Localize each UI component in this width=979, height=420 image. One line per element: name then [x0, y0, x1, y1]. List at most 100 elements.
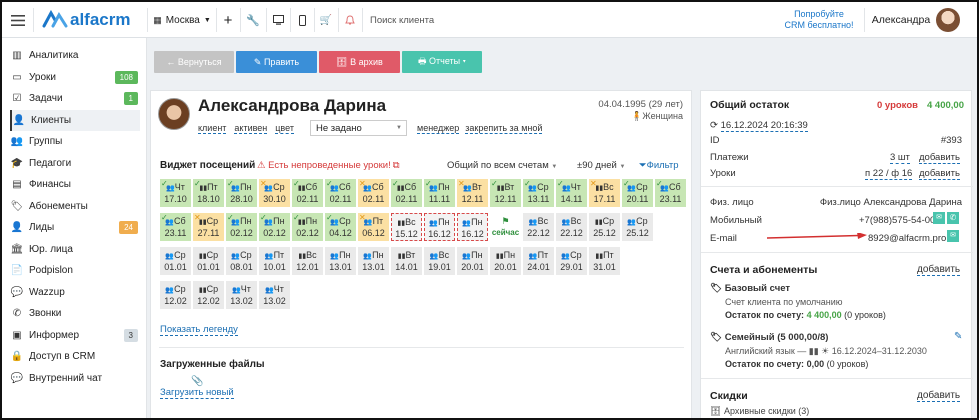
visit-cell[interactable]: ✓ 👥Пн 28.10: [226, 179, 257, 207]
city-selector[interactable]: ▦ Москва ▼: [152, 2, 212, 38]
reports-button[interactable]: 🖶 Отчеты ▾: [402, 51, 482, 73]
tab-client[interactable]: клиент: [198, 123, 227, 134]
visit-cell[interactable]: 👥Ср 12.02: [160, 281, 191, 309]
visit-cell[interactable]: ✕ ▮▮Ср 27.11: [193, 213, 224, 241]
visit-cell[interactable]: ✓ ▮▮Пн 02.12: [292, 213, 323, 241]
visit-cell[interactable]: 👥Пн 20.01: [457, 247, 488, 275]
days-filter[interactable]: ±90 дней ▼: [577, 160, 625, 171]
visit-cell[interactable]: ✕ 👥Вт 12.11: [457, 179, 488, 207]
bell-icon[interactable]: [340, 2, 360, 38]
visit-cell[interactable]: ▮▮Ср 01.01: [193, 247, 224, 275]
visit-cell[interactable]: ⚑ сейчас: [490, 213, 521, 241]
hamburger-menu-icon[interactable]: [6, 2, 30, 38]
visit-cell[interactable]: 👥Пт 10.01: [259, 247, 290, 275]
visit-cell[interactable]: ✓ 👥Ср 20.11: [622, 179, 653, 207]
message-icon[interactable]: ✉: [933, 212, 945, 224]
visit-cell[interactable]: 👥Пн 16.12: [424, 213, 455, 241]
visit-cell[interactable]: 👥Пт 24.01: [523, 247, 554, 275]
visit-cell[interactable]: 👥Пн 13.01: [358, 247, 389, 275]
visit-cell[interactable]: ✕ 👥Пт 06.12: [358, 213, 389, 241]
cart-icon[interactable]: 🛒: [316, 2, 336, 38]
family-account-title[interactable]: 🏷 Семейный (5 000,00/8): [710, 332, 828, 343]
visit-cell[interactable]: ▮▮Пн 20.01: [490, 247, 521, 275]
back-button[interactable]: ← Вернуться: [154, 51, 234, 73]
visit-cell[interactable]: ▮▮Вт 14.01: [391, 247, 422, 275]
manager-link[interactable]: менеджер: [417, 123, 460, 134]
phone-icon[interactable]: ✆: [947, 212, 959, 224]
sidebar-item-11[interactable]: 💬 Wazzup: [10, 282, 140, 303]
upload-file-link[interactable]: Загрузить новый: [160, 387, 234, 399]
visit-cell[interactable]: 👥Ср 25.12: [622, 213, 653, 241]
sidebar-item-5[interactable]: 🎓 Педагоги: [10, 153, 140, 174]
visit-cell[interactable]: ✓ 👥Пн 02.12: [259, 213, 290, 241]
visit-cell[interactable]: 👥Вс 22.12: [556, 213, 587, 241]
sidebar-item-0[interactable]: ▥ Аналитика: [10, 45, 140, 66]
sidebar-item-6[interactable]: ▤ Финансы: [10, 174, 140, 195]
sidebar-item-7[interactable]: 🏷 Абонементы: [10, 196, 140, 217]
user-name[interactable]: Александра: [870, 2, 932, 38]
visit-cell[interactable]: ✓ ▮▮Пт 18.10: [193, 179, 224, 207]
sidebar-item-3[interactable]: 👤 Клиенты: [10, 109, 140, 131]
visit-cell[interactable]: ✓ 👥Чт 14.11: [556, 179, 587, 207]
sidebar-item-1[interactable]: ▭ Уроки 108: [10, 67, 140, 88]
visit-cell[interactable]: ✓ 👥Сб 02.11: [325, 179, 356, 207]
visit-cell[interactable]: ▮▮Пт 31.01: [589, 247, 620, 275]
visit-cell[interactable]: ✓ ▮▮Вт 12.11: [490, 179, 521, 207]
visit-cell[interactable]: 👥Чт 13.02: [259, 281, 290, 309]
visit-cell[interactable]: ✕ 👥Ср 30.10: [259, 179, 290, 207]
sidebar-item-14[interactable]: 🔒 Доступ в CRM: [10, 346, 140, 367]
visit-cell[interactable]: 👥Пн 16.12: [457, 213, 488, 241]
visit-cell[interactable]: ✓ 👥Пн 11.11: [424, 179, 455, 207]
wrench-icon[interactable]: 🔧: [242, 2, 264, 38]
avatar[interactable]: [934, 2, 962, 38]
visit-cell[interactable]: ▮▮Ср 25.12: [589, 213, 620, 241]
sidebar-item-9[interactable]: 🏛 Юр. лица: [10, 239, 140, 260]
mobile-value[interactable]: +7(988)575-54-00: [859, 215, 935, 226]
visit-cell[interactable]: ✓ ▮▮Сб 02.11: [292, 179, 323, 207]
archived-discounts[interactable]: 🗄 Архивные скидки (3): [710, 406, 809, 417]
desktop-icon[interactable]: [268, 2, 288, 38]
tab-active[interactable]: активен: [234, 123, 268, 134]
lessons-count[interactable]: п 22 / ф 16: [865, 168, 913, 180]
add-icon[interactable]: +: [218, 2, 238, 38]
mail-icon[interactable]: ✉: [947, 230, 959, 242]
status-select[interactable]: Не задано ▼: [310, 120, 407, 136]
sidebar-item-12[interactable]: ✆ Звонки: [10, 303, 140, 324]
search-client-input[interactable]: Поиск клиента: [370, 2, 570, 38]
visit-cell[interactable]: ✓ 👥Ср 13.11: [523, 179, 554, 207]
visit-cell[interactable]: ✕ 👥Сб 02.11: [358, 179, 389, 207]
sidebar-item-10[interactable]: 📄 Podpislon: [10, 260, 140, 281]
show-legend-link[interactable]: Показать легенду: [160, 324, 238, 336]
visit-cell[interactable]: 👥Вс 22.12: [523, 213, 554, 241]
visit-cell[interactable]: ✓ 👥Чт 17.10: [160, 179, 191, 207]
tab-color[interactable]: цвет: [275, 123, 294, 134]
add-account-link[interactable]: добавить: [917, 264, 961, 276]
add-discount-link[interactable]: добавить: [917, 390, 961, 402]
sidebar-item-2[interactable]: ☑ Задачи 1: [10, 88, 140, 109]
visit-cell[interactable]: ✓ ▮▮Сб 02.11: [391, 179, 422, 207]
balance-updated[interactable]: ⟳ 16.12.2024 20:16:39: [710, 120, 808, 132]
logo[interactable]: alfacrm: [42, 2, 138, 38]
add-lesson-link[interactable]: добавить: [919, 168, 960, 180]
visit-cell[interactable]: 👥Пн 13.01: [325, 247, 356, 275]
sidebar-item-15[interactable]: 💬 Внутренний чат: [10, 368, 140, 389]
sidebar-item-4[interactable]: 👥 Группы: [10, 131, 140, 152]
base-account-title[interactable]: 🏷 Базовый счет: [710, 283, 790, 294]
archive-button[interactable]: 🗄 В архив: [319, 51, 400, 73]
visit-cell[interactable]: ✓ 👥Сб 23.11: [655, 179, 686, 207]
pencil-icon[interactable]: ✎: [954, 331, 962, 342]
visit-cell[interactable]: 👥Ср 01.01: [160, 247, 191, 275]
visit-cell[interactable]: ✓ 👥Пн 02.12: [226, 213, 257, 241]
add-payment-link[interactable]: добавить: [919, 152, 960, 164]
visit-cell[interactable]: 👥Ср 08.01: [226, 247, 257, 275]
edit-button[interactable]: ✎ Править: [236, 51, 317, 73]
visit-cell[interactable]: ▮▮Вс 15.12: [391, 213, 422, 241]
mobile-icon[interactable]: [292, 2, 312, 38]
visit-cell[interactable]: ▮▮Вс 12.01: [292, 247, 323, 275]
sidebar-item-13[interactable]: ▣ Информер 3: [10, 325, 140, 346]
accounts-filter[interactable]: Общий по всем счетам ▼: [447, 160, 557, 171]
unprocessed-warning[interactable]: ⚠ Есть непроведенные уроки! ⧉: [257, 160, 400, 171]
visit-cell[interactable]: 👥Вс 19.01: [424, 247, 455, 275]
trial-link[interactable]: Попробуйте CRM бесплатно!: [779, 2, 859, 38]
visit-cell[interactable]: ✓ 👥Сб 23.11: [160, 213, 191, 241]
